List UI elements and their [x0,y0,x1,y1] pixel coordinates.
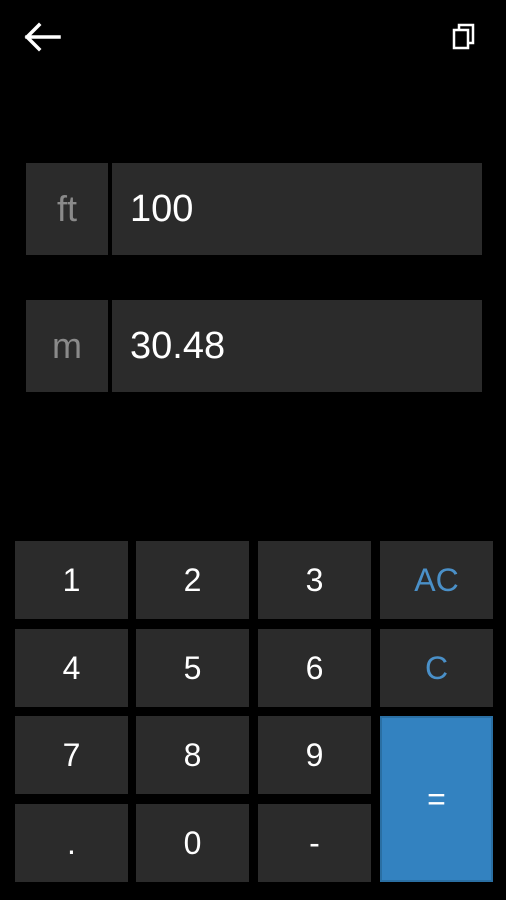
unit-converter-screen: ft 100 m 30.48 1 2 3 AC 4 5 6 C 7 8 9 = … [0,0,506,900]
copy-icon [452,23,475,50]
meters-value-field[interactable]: 30.48 [112,300,482,392]
key-5[interactable]: 5 [136,629,249,707]
key-4[interactable]: 4 [15,629,128,707]
minus-key[interactable]: - [258,804,371,882]
all-clear-button[interactable]: AC [380,541,493,619]
key-3[interactable]: 3 [258,541,371,619]
unit-label-meters: m [26,300,108,392]
clear-button[interactable]: C [380,629,493,707]
feet-row: ft 100 [26,163,482,255]
unit-label-feet: ft [26,163,108,255]
key-0[interactable]: 0 [136,804,249,882]
key-6[interactable]: 6 [258,629,371,707]
key-9[interactable]: 9 [258,716,371,794]
copy-button[interactable] [440,14,488,60]
key-8[interactable]: 8 [136,716,249,794]
feet-value-field[interactable]: 100 [112,163,482,255]
back-button[interactable] [18,14,68,60]
key-7[interactable]: 7 [15,716,128,794]
meters-row: m 30.48 [26,300,482,392]
key-2[interactable]: 2 [136,541,249,619]
decimal-point-key[interactable]: . [15,804,128,882]
key-1[interactable]: 1 [15,541,128,619]
equals-button[interactable]: = [380,716,493,882]
arrow-left-icon [24,22,61,52]
